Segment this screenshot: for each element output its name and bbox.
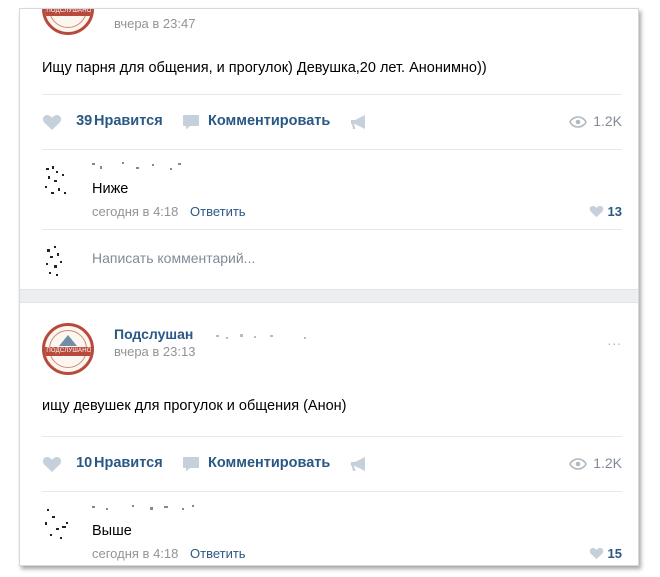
post-time[interactable]: вчера в 23:47: [114, 16, 195, 31]
comment-label: Комментировать: [208, 455, 331, 471]
comment-meta: сегодня в 4:18 Ответить: [92, 546, 246, 561]
like-count: 39: [76, 113, 93, 129]
comment-input-placeholder[interactable]: Написать комментарий...: [92, 250, 255, 266]
like-label: Нравится: [94, 455, 163, 471]
views-value: 1.2K: [593, 455, 622, 471]
feed-frame: ПОДСЛУШАНО вчера в 23:47 Ищу парня для о…: [19, 8, 639, 566]
comment-icon: [183, 457, 199, 472]
group-avatar[interactable]: ПОДСЛУШАНО: [42, 9, 94, 35]
group-name-redacted: [216, 334, 306, 339]
post-1: ПОДСЛУШАНО вчера в 23:47 Ищу парня для о…: [20, 9, 638, 289]
comment-time[interactable]: сегодня в 4:18: [92, 546, 178, 561]
post-separator: [20, 289, 638, 303]
comment-like-count: 15: [607, 546, 622, 561]
like-label: Нравится: [94, 113, 163, 129]
commenter-name-redacted[interactable]: [92, 160, 212, 174]
comment-text: Выше: [92, 523, 132, 539]
post-2: ПОДСЛУШАНО Подслушан вчера в 23:13 ... и…: [20, 303, 638, 565]
more-options-icon[interactable]: ...: [607, 332, 622, 348]
comment-label: Комментировать: [208, 113, 331, 129]
post-header: ПОДСЛУШАНО Подслушан вчера в 23:13 ...: [42, 323, 622, 375]
post-actions: Нравится 39 Комментировать 1.2K: [42, 94, 622, 150]
eye-icon: [569, 116, 588, 128]
heart-icon: [42, 115, 62, 130]
views-count: 1.2K: [569, 113, 622, 129]
comment-time[interactable]: сегодня в 4:18: [92, 204, 178, 219]
heart-icon: [589, 205, 603, 218]
heart-icon: [42, 457, 62, 472]
commenter-avatar[interactable]: [42, 162, 82, 202]
commenter-name-redacted[interactable]: [92, 502, 212, 516]
megaphone-icon: [351, 457, 365, 471]
comment-like-count: 13: [607, 204, 622, 219]
reply-link[interactable]: Ответить: [190, 204, 246, 219]
post-time[interactable]: вчера в 23:13: [114, 344, 195, 359]
comment-icon: [183, 115, 199, 130]
megaphone-icon: [351, 115, 365, 129]
heart-icon: [589, 547, 603, 560]
post-text: ищу девушек для прогулок и общения (Анон…: [42, 398, 347, 414]
post-text: Ищу парня для общения, и прогулок) Девуш…: [42, 60, 487, 76]
group-avatar[interactable]: ПОДСЛУШАНО: [42, 323, 94, 375]
views-count: 1.2K: [569, 455, 622, 471]
comment-like-button[interactable]: 15: [589, 546, 622, 561]
like-count: 10: [76, 455, 93, 471]
user-avatar: [46, 246, 62, 276]
post-header: ПОДСЛУШАНО вчера в 23:47: [42, 9, 622, 35]
comment-item: Выше сегодня в 4:18 Ответить 15: [42, 492, 622, 565]
write-comment[interactable]: Написать комментарий...: [42, 231, 622, 287]
comment-meta: сегодня в 4:18 Ответить: [92, 204, 246, 219]
comment-text: Ниже: [92, 181, 129, 197]
group-name[interactable]: Подслушан: [114, 326, 193, 342]
eye-icon: [569, 458, 588, 470]
post-actions: Нравится 10 Комментировать 1.2K: [42, 436, 622, 492]
comment-like-button[interactable]: 13: [589, 204, 622, 219]
comment-item: Ниже сегодня в 4:18 Ответить 13: [42, 150, 622, 230]
commenter-avatar[interactable]: [42, 504, 82, 544]
reply-link[interactable]: Ответить: [190, 546, 246, 561]
views-value: 1.2K: [593, 113, 622, 129]
